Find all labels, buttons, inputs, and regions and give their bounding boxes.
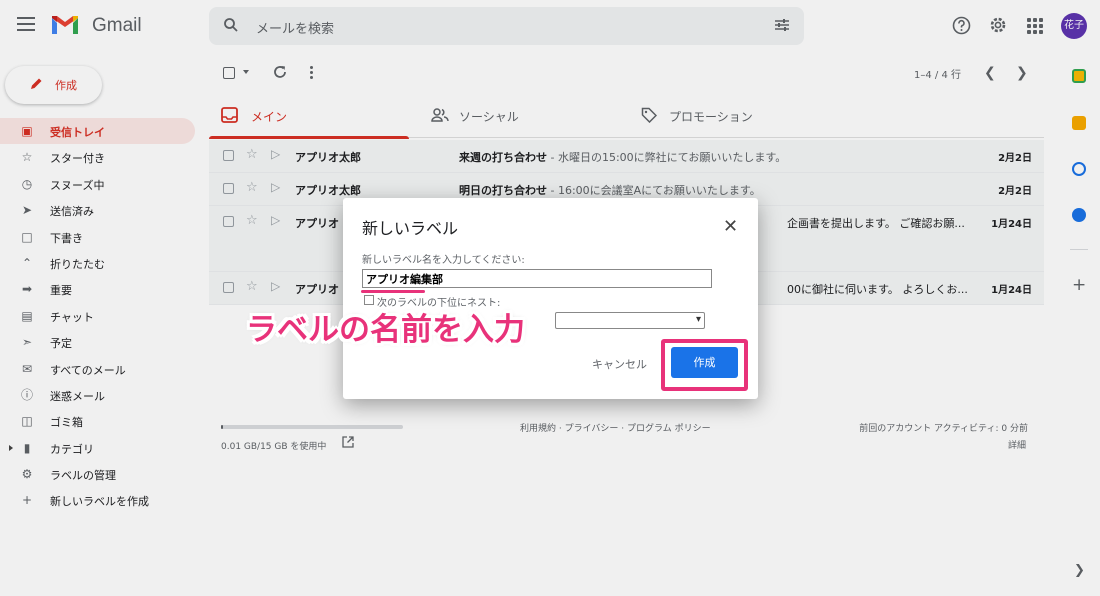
chevron-down-icon: ▾ — [695, 314, 701, 325]
annotation-callout: ラベルの名前を入力 — [246, 312, 525, 348]
create-button[interactable]: 作成 — [671, 347, 738, 378]
label-name-prompt: 新しいラベル名を入力してください: — [362, 255, 525, 266]
close-icon[interactable]: ✕ — [723, 218, 738, 236]
dialog-title: 新しいラベル — [362, 219, 459, 238]
new-label-dialog: 新しいラベル ✕ 新しいラベル名を入力してください: 次のラベルの下位にネスト:… — [343, 198, 758, 399]
label-name-input[interactable] — [362, 269, 712, 288]
parent-label-select[interactable]: ▾ — [555, 312, 705, 329]
annotation-underline — [361, 290, 425, 293]
cancel-button[interactable]: キャンセル — [592, 356, 647, 372]
